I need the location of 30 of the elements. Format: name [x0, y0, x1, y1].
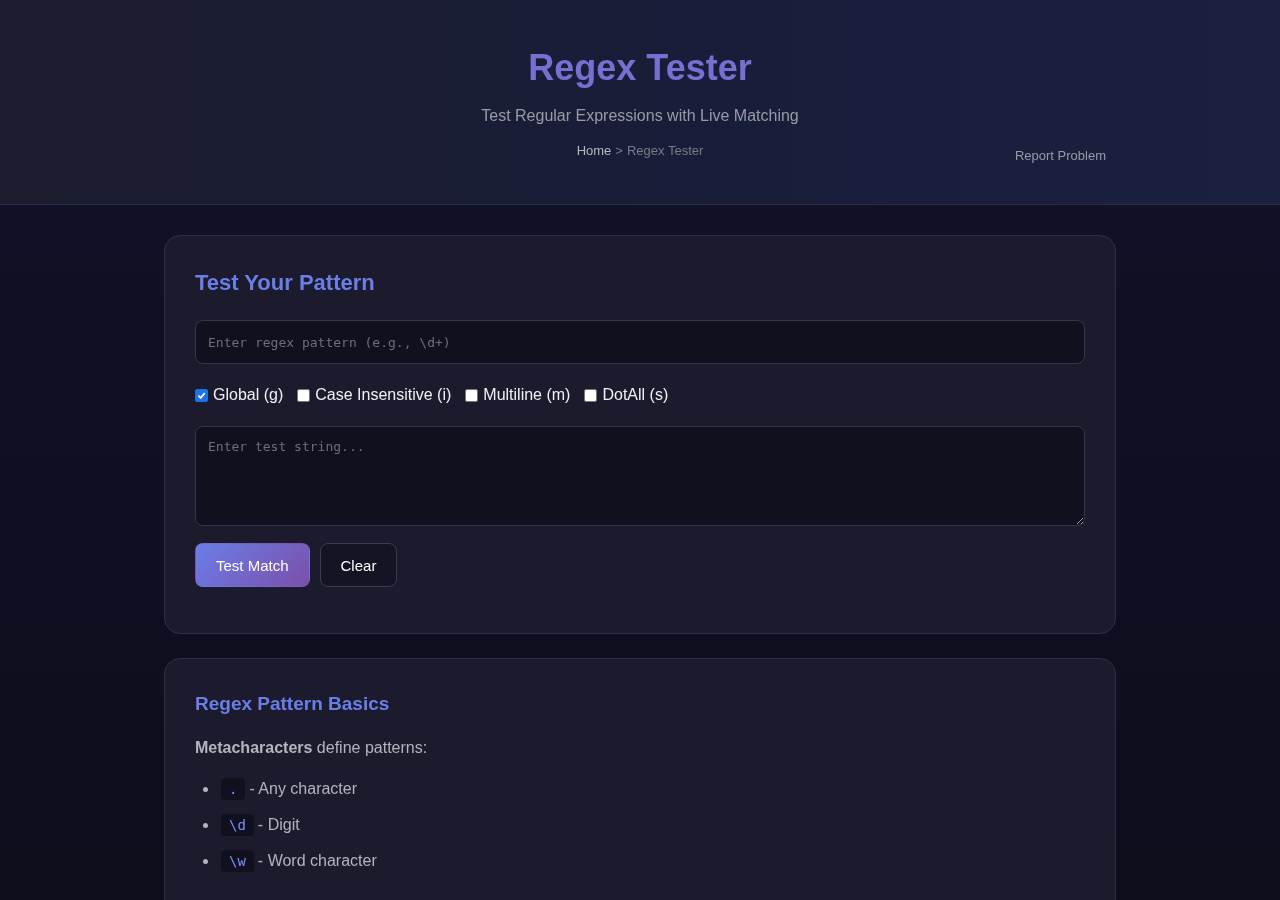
bullet-icon — [203, 822, 208, 828]
checkbox-icon[interactable] — [297, 388, 311, 402]
intro-text: Metacharacters define patterns: — [195, 739, 429, 757]
breadcrumb-separator: > — [615, 143, 623, 158]
page-title: Regex Tester — [528, 46, 752, 90]
code-token: \w — [221, 850, 254, 872]
section-heading: Regex Pattern Basics — [195, 693, 391, 715]
flag-checkbox[interactable]: Multiline (m) — [465, 386, 571, 404]
code-token: . — [221, 778, 246, 800]
bullet-icon — [203, 786, 208, 792]
flag-checkbox[interactable]: Case Insensitive (i) — [297, 386, 452, 404]
bullet-icon — [203, 858, 208, 864]
breadcrumb-link[interactable]: Home — [576, 143, 612, 158]
item-description: - Any character — [249, 780, 358, 798]
breadcrumb-current: Regex Tester — [626, 143, 704, 158]
page-subtitle: Test Regular Expressions with Live Matching — [481, 107, 799, 125]
item-description: - Word character — [257, 852, 377, 870]
flag-checkbox[interactable]: DotAll (s) — [584, 386, 669, 404]
flag-checkbox[interactable]: Global (g) — [195, 386, 284, 404]
test-string-field[interactable]: Enter test string... — [195, 426, 1085, 526]
test-match-button[interactable]: Test Match — [195, 543, 310, 587]
pattern-field[interactable]: Enter regex pattern (e.g., \d+) — [195, 320, 1085, 364]
section-heading: Test Your Pattern — [195, 270, 376, 296]
checkbox-icon[interactable] — [465, 388, 479, 402]
report-link[interactable]: Report Problem — [1014, 148, 1106, 163]
clear-button[interactable]: Clear — [319, 543, 398, 587]
item-description: - Digit — [257, 816, 300, 834]
checkbox-icon[interactable] — [195, 388, 208, 402]
code-token: \d — [221, 814, 254, 836]
checkbox-icon[interactable] — [584, 388, 598, 402]
